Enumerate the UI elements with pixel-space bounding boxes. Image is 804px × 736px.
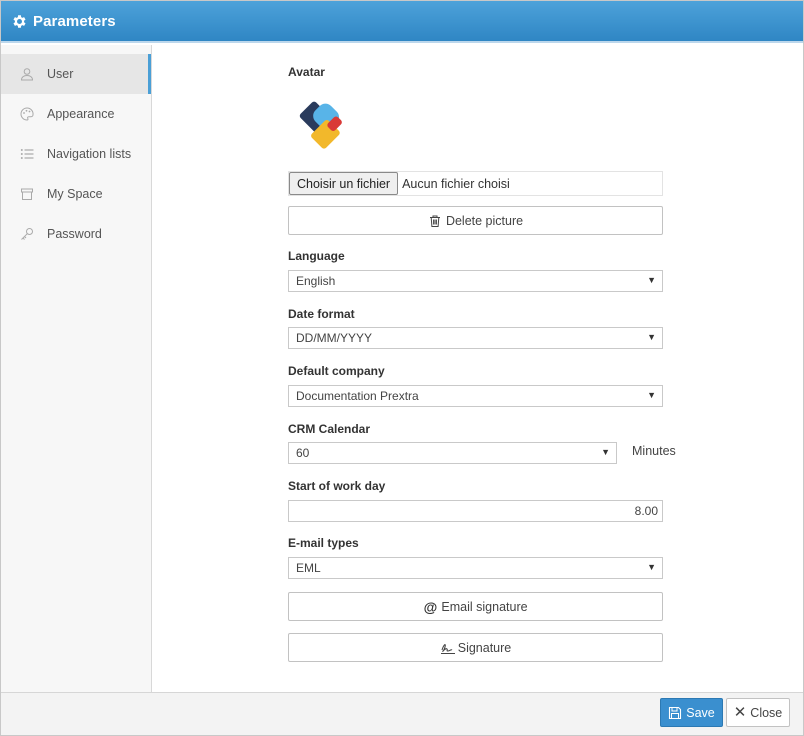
- user-settings-panel: Avatar Choisir un fichier Aucun fichier …: [153, 45, 803, 692]
- delete-picture-label: Delete picture: [445, 213, 524, 228]
- crm-calendar-unit: Minutes: [632, 444, 676, 458]
- date-format-select[interactable]: DD/MM/YYYY ▼: [288, 327, 663, 349]
- floppy-disk-icon: [668, 706, 682, 720]
- crm-calendar-value: 60: [296, 446, 310, 460]
- email-types-select[interactable]: EML ▼: [288, 557, 663, 579]
- palette-icon: [20, 107, 34, 121]
- email-signature-label: Email signature: [441, 599, 528, 614]
- language-value: English: [296, 274, 336, 288]
- avatar-label: Avatar: [288, 65, 325, 79]
- list-icon: [20, 147, 34, 161]
- file-status-text: Aucun fichier choisi: [402, 176, 510, 191]
- user-icon: [20, 67, 34, 81]
- chevron-down-icon: ▼: [647, 390, 656, 400]
- sidebar-item-password[interactable]: Password: [1, 214, 151, 254]
- sidebar-item-label: Appearance: [47, 107, 115, 121]
- trash-icon: [428, 214, 442, 228]
- signature-button[interactable]: Signature: [288, 633, 663, 662]
- sidebar-item-label: Navigation lists: [47, 147, 132, 161]
- chevron-down-icon: ▼: [647, 332, 656, 342]
- crm-calendar-label: CRM Calendar: [288, 422, 371, 436]
- avatar-file-input[interactable]: Choisir un fichier Aucun fichier choisi: [288, 171, 663, 196]
- avatar-image: [291, 90, 357, 156]
- sidebar-item-label: My Space: [47, 187, 103, 201]
- email-types-label: E-mail types: [288, 536, 359, 550]
- chevron-down-icon: ▼: [647, 562, 656, 572]
- chevron-down-icon: ▼: [647, 275, 656, 285]
- choose-file-button[interactable]: Choisir un fichier: [289, 172, 399, 195]
- sidebar-item-appearance[interactable]: Appearance: [1, 94, 151, 134]
- save-label: Save: [686, 705, 715, 720]
- start-of-work-day-input[interactable]: 8.00: [288, 500, 663, 522]
- sidebar-item-user[interactable]: User: [1, 54, 151, 94]
- default-company-select[interactable]: Documentation Prextra ▼: [288, 385, 663, 407]
- date-format-label: Date format: [288, 307, 355, 321]
- default-company-label: Default company: [288, 364, 385, 378]
- email-signature-button[interactable]: @ Email signature: [288, 592, 663, 621]
- dialog-title: Parameters: [33, 12, 116, 30]
- sidebar-item-my-space[interactable]: My Space: [1, 174, 151, 214]
- language-select[interactable]: English ▼: [288, 270, 663, 292]
- archive-icon: [20, 187, 34, 201]
- chevron-down-icon: ▼: [601, 447, 610, 457]
- parameters-dialog: Parameters User Appearance Navigation li…: [0, 0, 804, 736]
- close-button[interactable]: ✕ Close: [726, 698, 790, 727]
- key-icon: [20, 227, 34, 241]
- dialog-footer: Save ✕ Close: [1, 692, 803, 735]
- delete-picture-button[interactable]: Delete picture: [288, 206, 663, 235]
- date-format-value: DD/MM/YYYY: [296, 331, 373, 345]
- crm-calendar-select[interactable]: 60 ▼: [288, 442, 617, 464]
- default-company-value: Documentation Prextra: [296, 389, 419, 403]
- save-button[interactable]: Save: [660, 698, 723, 727]
- sidebar-item-label: User: [47, 67, 74, 81]
- signature-label: Signature: [457, 640, 512, 655]
- close-icon: ✕: [733, 703, 747, 721]
- close-label: Close: [750, 705, 783, 720]
- language-label: Language: [288, 249, 345, 263]
- title-bar: Parameters: [1, 1, 803, 43]
- signature-icon: [440, 641, 455, 655]
- sidebar-item-navigation-lists[interactable]: Navigation lists: [1, 134, 151, 174]
- start-of-work-day-value: 8.00: [634, 504, 658, 518]
- at-sign-icon: @: [423, 598, 438, 615]
- gear-icon: [11, 13, 28, 30]
- sidebar: User Appearance Navigation lists My Spac…: [1, 45, 152, 692]
- start-of-work-day-label: Start of work day: [288, 479, 386, 493]
- sidebar-item-label: Password: [47, 227, 102, 241]
- email-types-value: EML: [296, 561, 321, 575]
